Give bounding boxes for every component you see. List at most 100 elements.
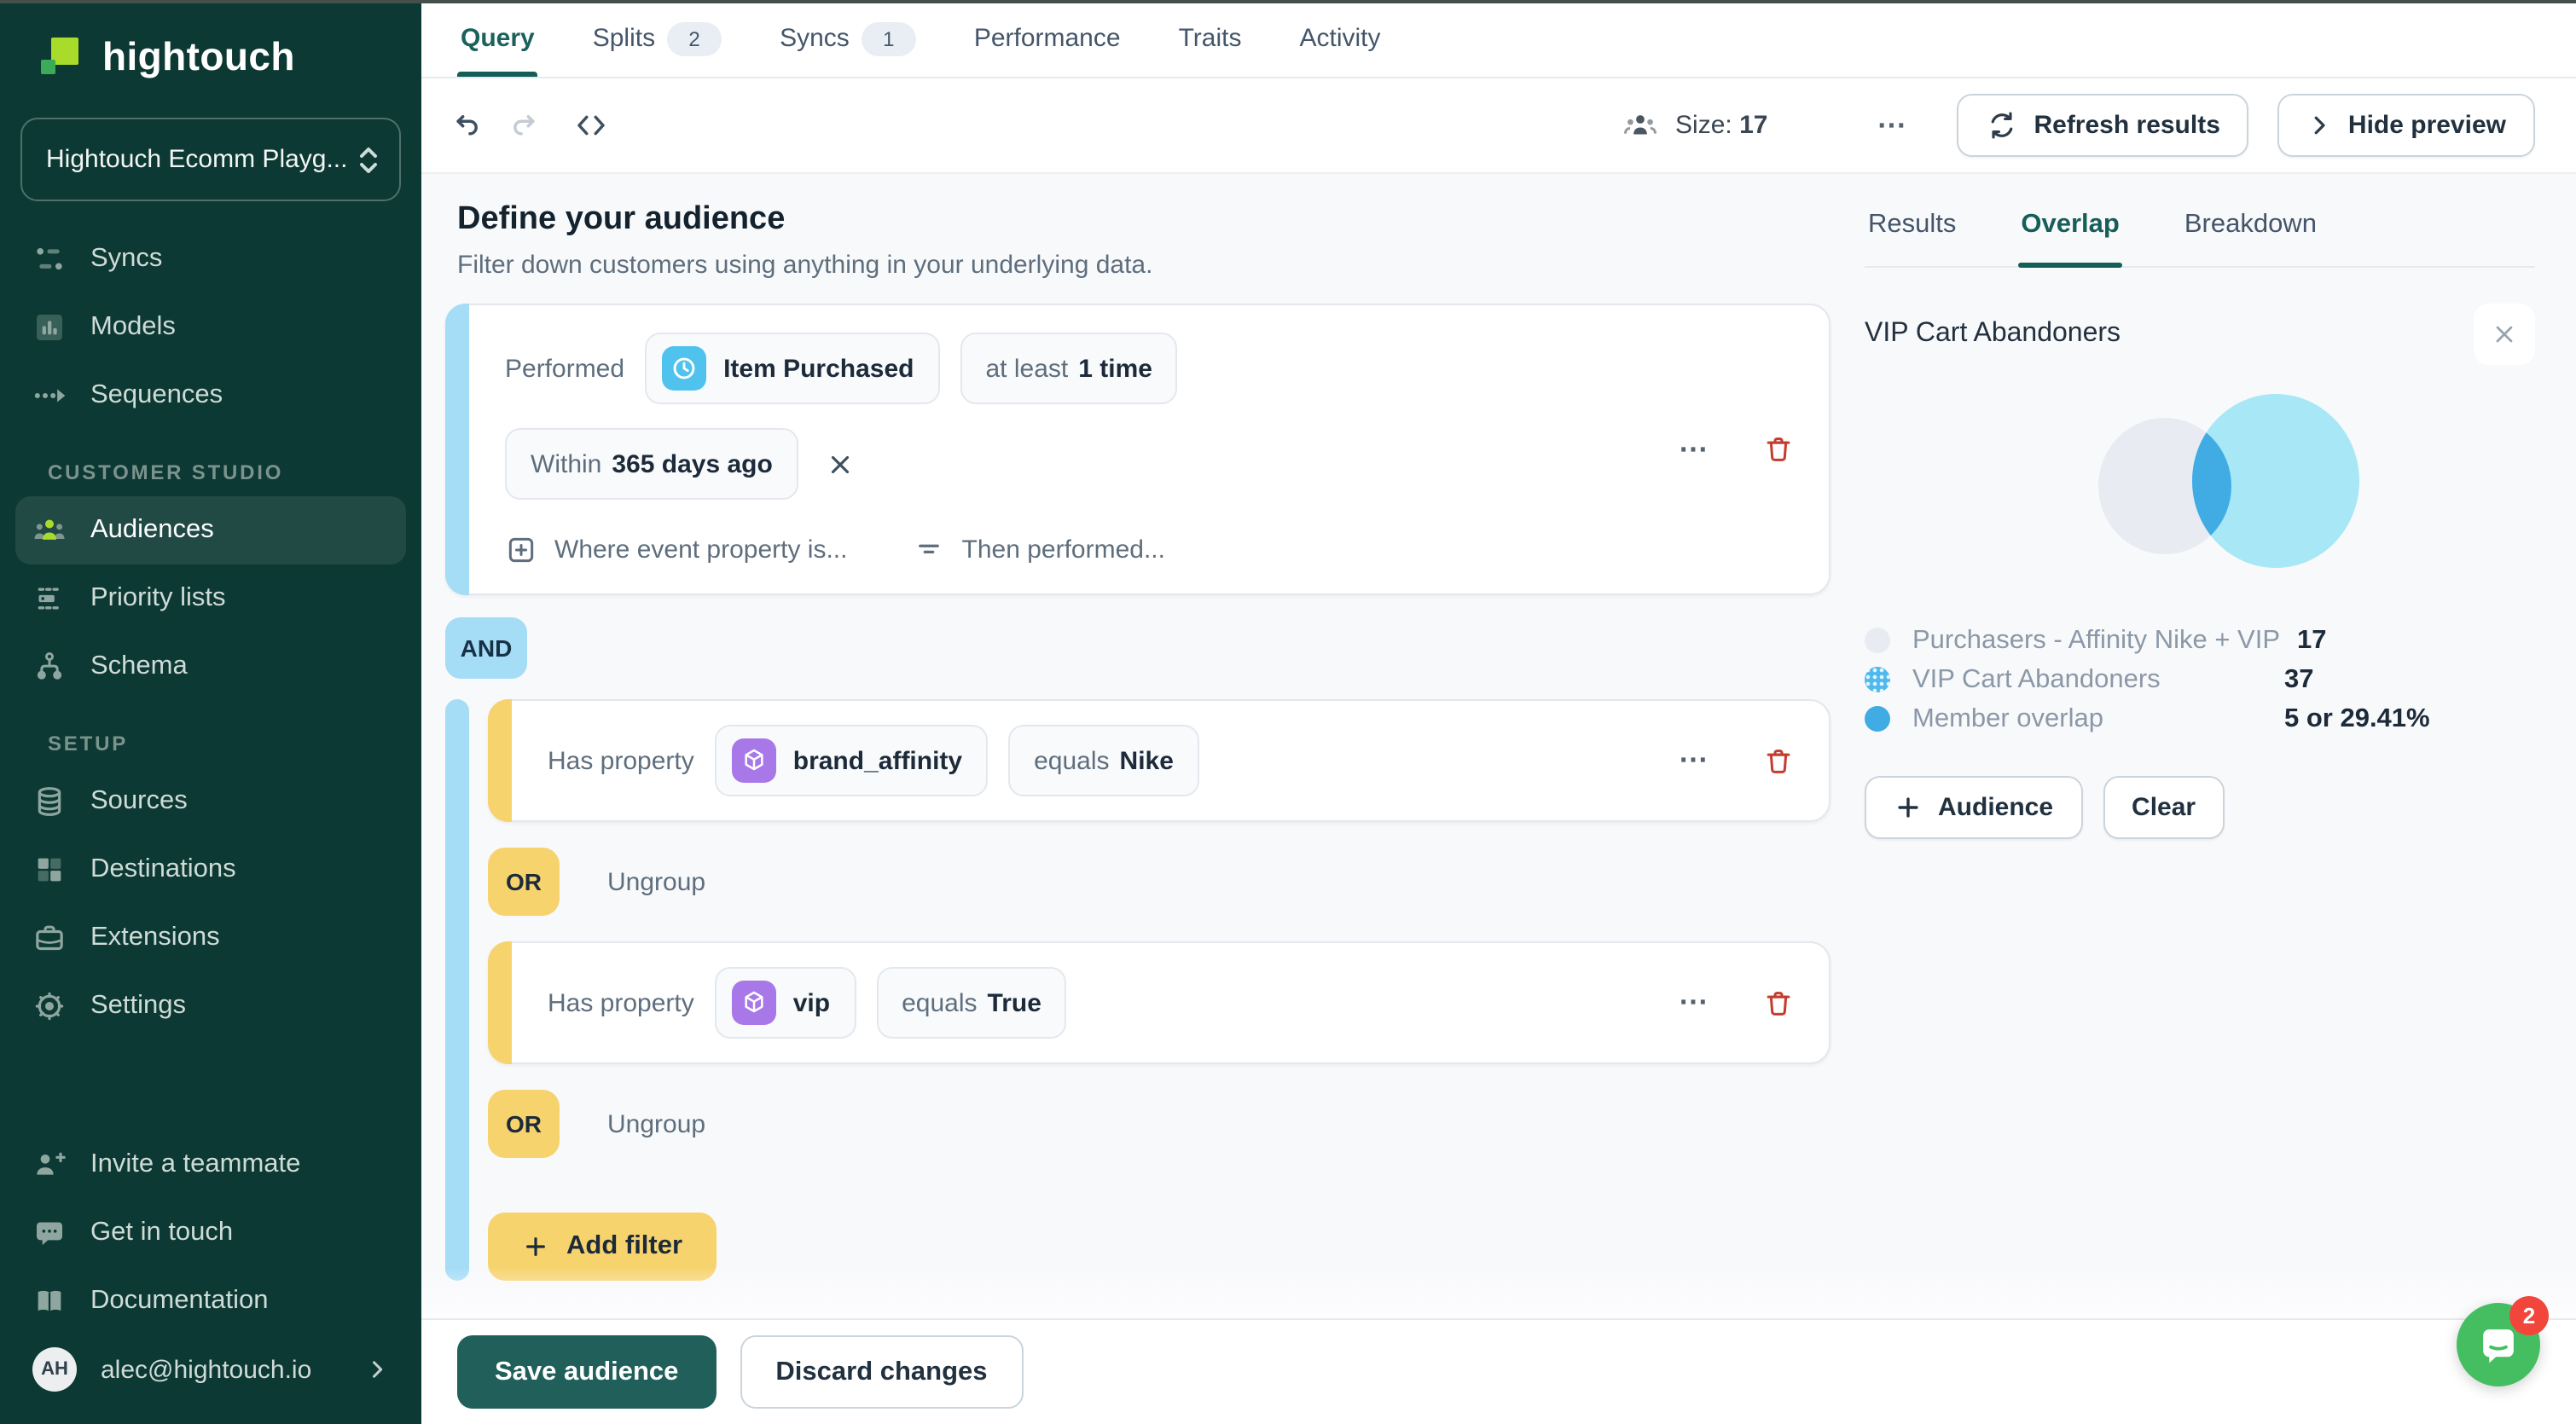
remove-time-window-button[interactable] — [819, 443, 862, 485]
people-icon — [1622, 107, 1658, 143]
tab-syncs[interactable]: Syncs 1 — [776, 0, 920, 77]
undo-button[interactable] — [440, 98, 495, 153]
add-filter-button[interactable]: Add filter — [488, 1213, 717, 1281]
tab-results[interactable]: Results — [1865, 174, 1959, 266]
property-chip[interactable]: brand_affinity — [714, 725, 989, 796]
save-audience-button[interactable]: Save audience — [457, 1335, 717, 1409]
avatar: AH — [32, 1347, 77, 1392]
add-audience-button[interactable]: Audience — [1865, 776, 2083, 839]
sources-icon — [32, 784, 67, 819]
hide-preview-button[interactable]: Hide preview — [2277, 94, 2535, 157]
and-operator-chip[interactable]: AND — [445, 617, 527, 679]
time-window-chip[interactable]: Within 365 days ago — [505, 428, 798, 500]
property-filter-more-button[interactable]: ⋯ — [1672, 737, 1718, 784]
discard-changes-button[interactable]: Discard changes — [740, 1335, 1024, 1409]
sidebar-nav: Syncs Models Sequences CUSTOMER STUDIO A… — [0, 225, 421, 1040]
property-filter-more-button[interactable]: ⋯ — [1672, 979, 1718, 1027]
operator-value-chip[interactable]: equals Nike — [1008, 725, 1199, 796]
workspace-switcher[interactable]: Hightouch Ecomm Playg... — [20, 118, 401, 201]
sidebar-item-sources[interactable]: Sources — [15, 767, 406, 836]
plus-icon — [1894, 793, 1923, 822]
sidebar-item-label: Priority lists — [90, 583, 226, 612]
or-filter-group: Has property brand_affinity equals Nike — [445, 699, 1830, 1281]
frequency-value: 1 time — [1078, 354, 1152, 383]
property-filter-card-actions: ⋯ — [1672, 737, 1798, 784]
tab-performance[interactable]: Performance — [971, 0, 1124, 77]
operator-value-chip[interactable]: equals True — [876, 967, 1067, 1039]
then-performed-action[interactable]: Then performed... — [913, 534, 1165, 566]
models-icon — [32, 310, 67, 344]
tab-activity[interactable]: Activity — [1296, 0, 1384, 77]
preview-tabs: Results Overlap Breakdown — [1865, 174, 2535, 268]
ungroup-link[interactable]: Ungroup — [607, 867, 705, 896]
sidebar-item-destinations[interactable]: Destinations — [15, 836, 406, 904]
sidebar-item-label: Documentation — [90, 1286, 269, 1315]
event-filter-row: Performed Item Purchased at least 1 time — [505, 333, 1624, 404]
operator-value: True — [987, 988, 1041, 1017]
property-name: vip — [792, 988, 831, 1017]
frequency-chip[interactable]: at least 1 time — [960, 333, 1178, 404]
or-operator-chip[interactable]: OR — [488, 1090, 560, 1158]
tab-traits[interactable]: Traits — [1175, 0, 1245, 77]
overlap-actions: Audience Clear — [1865, 776, 2535, 839]
event-filter-delete-button[interactable] — [1759, 430, 1798, 469]
tab-breakdown[interactable]: Breakdown — [2181, 174, 2320, 266]
redo-button[interactable] — [495, 98, 549, 153]
or-operator-chip[interactable]: OR — [488, 848, 560, 916]
or-row: OR Ungroup — [488, 1090, 1830, 1158]
query-content: Define your audience Filter down custome… — [421, 174, 2576, 1318]
size-label: Size: — [1675, 111, 1732, 140]
account-item[interactable]: AH alec@hightouch.io — [15, 1335, 406, 1404]
toolbar-more-button[interactable]: ⋯ — [1870, 101, 1916, 149]
event-filter-more-button[interactable]: ⋯ — [1672, 425, 1718, 473]
sidebar-item-label: Destinations — [90, 854, 236, 883]
book-icon — [32, 1284, 67, 1318]
property-chip[interactable]: vip — [714, 967, 856, 1039]
sidebar-item-priority-lists[interactable]: Priority lists — [15, 564, 406, 633]
sidebar-item-sequences[interactable]: Sequences — [15, 362, 406, 430]
code-view-button[interactable] — [563, 98, 618, 153]
add-filter-label: Add filter — [566, 1231, 683, 1260]
close-overlap-button[interactable] — [2474, 304, 2535, 365]
sidebar-item-extensions[interactable]: Extensions — [15, 904, 406, 972]
sidebar-item-label: Extensions — [90, 923, 220, 952]
workspace-chevrons-icon — [358, 144, 379, 175]
sequences-icon — [32, 379, 67, 413]
legend-label: Member overlap — [1912, 703, 2103, 732]
sidebar-item-label: Get in touch — [90, 1218, 234, 1247]
time-window-row: Within 365 days ago — [505, 428, 1624, 500]
person-add-icon — [32, 1148, 67, 1182]
intercom-launcher[interactable]: 2 — [2457, 1296, 2549, 1386]
clear-button[interactable]: Clear — [2103, 776, 2225, 839]
frequency-label: at least — [985, 354, 1069, 383]
extensions-icon — [32, 921, 67, 955]
tab-splits[interactable]: Splits 2 — [589, 0, 725, 77]
sidebar-item-audiences[interactable]: Audiences — [15, 496, 406, 564]
refresh-results-button[interactable]: Refresh results — [1957, 94, 2249, 157]
window-top-edge — [0, 0, 2576, 3]
documentation-item[interactable]: Documentation — [15, 1267, 406, 1335]
get-in-touch-item[interactable]: Get in touch — [15, 1199, 406, 1267]
sidebar-item-settings[interactable]: Settings — [15, 972, 406, 1040]
sidebar-item-label: Syncs — [90, 244, 163, 273]
performed-label: Performed — [505, 354, 625, 383]
sidebar-item-schema[interactable]: Schema — [15, 633, 406, 701]
sidebar-item-label: Sequences — [90, 380, 223, 409]
where-event-property-action[interactable]: Where event property is... — [505, 534, 848, 566]
event-filter-accent-bar — [445, 304, 469, 595]
property-filter-delete-button[interactable] — [1759, 983, 1798, 1022]
sidebar-item-models[interactable]: Models — [15, 293, 406, 362]
save-bar: Save audience Discard changes — [421, 1318, 2576, 1424]
audience-tabs-bar: Query Splits 2 Syncs 1 Performance Traits … — [421, 0, 2576, 78]
clock-event-icon — [662, 346, 707, 391]
invite-teammate-item[interactable]: Invite a teammate — [15, 1131, 406, 1199]
event-chip[interactable]: Item Purchased — [645, 333, 940, 404]
tab-query[interactable]: Query — [457, 0, 539, 77]
funnel-lines-icon — [913, 534, 945, 566]
sidebar-item-label: Models — [90, 312, 176, 341]
sidebar-item-syncs[interactable]: Syncs — [15, 225, 406, 293]
event-filter-card: Performed Item Purchased at least 1 time — [445, 304, 1830, 595]
tab-overlap[interactable]: Overlap — [2017, 174, 2123, 268]
ungroup-link[interactable]: Ungroup — [607, 1109, 705, 1138]
property-filter-delete-button[interactable] — [1759, 741, 1798, 780]
